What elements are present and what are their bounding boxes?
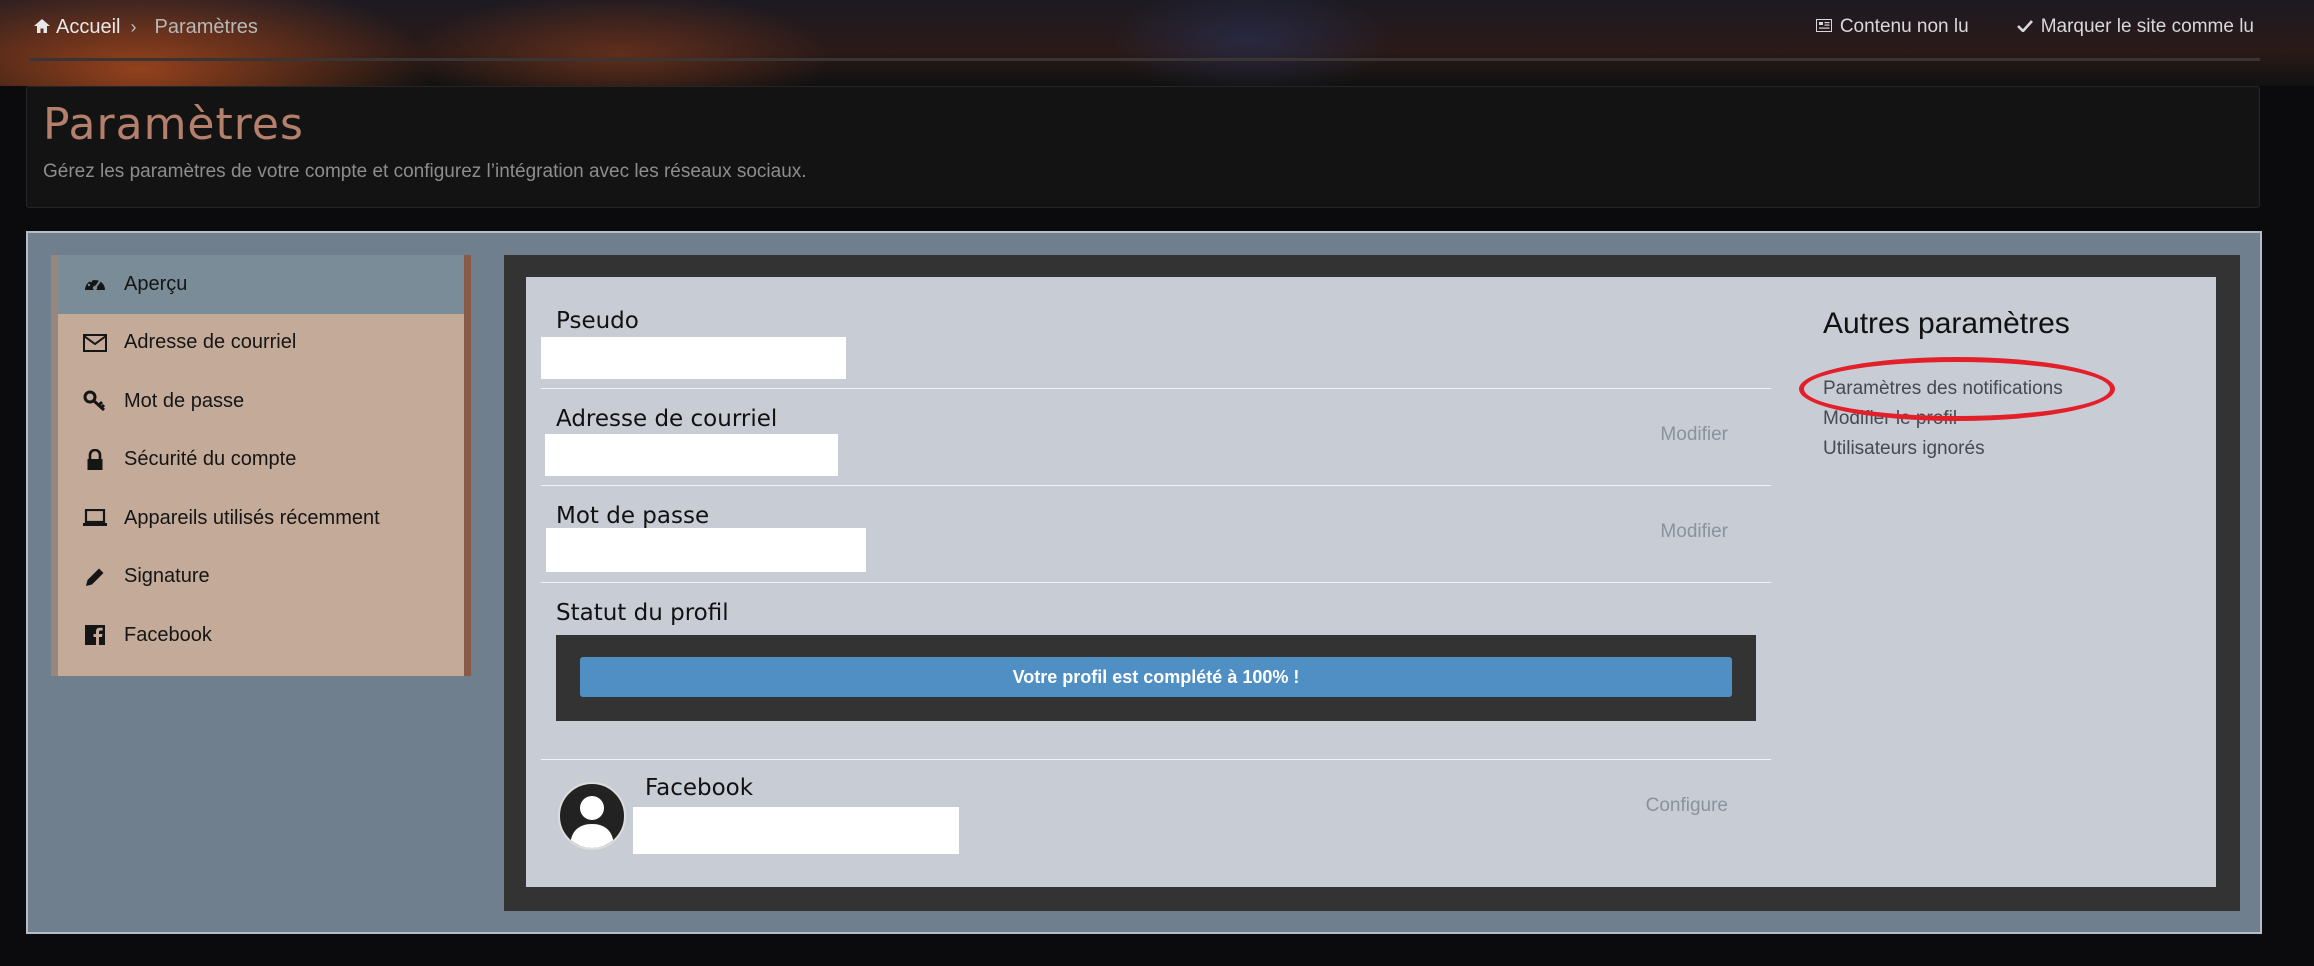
- sidebar-item-facebook[interactable]: Facebook: [58, 606, 464, 665]
- pseudo-label: Pseudo: [556, 308, 639, 334]
- avatar: [558, 782, 626, 850]
- profile-progress-box: Votre profil est complété à 100% !: [556, 635, 1756, 721]
- sidebar-item-overview[interactable]: Aperçu: [58, 255, 464, 314]
- pencil-icon: [82, 564, 108, 590]
- breadcrumb-home-label: Accueil: [56, 16, 121, 38]
- sidebar-item-devices[interactable]: Appareils utilisés récemment: [58, 489, 464, 548]
- sidebar-item-email[interactable]: Adresse de courriel: [58, 314, 464, 373]
- facebook-account-redacted: [633, 807, 959, 854]
- check-icon: [2016, 16, 2033, 38]
- user-silhouette-icon: [570, 796, 614, 848]
- chevron-right-icon: ›: [130, 17, 137, 37]
- home-icon: [34, 16, 50, 39]
- profile-status-label: Statut du profil: [556, 600, 729, 626]
- lock-icon: [82, 447, 108, 473]
- facebook-configure-link[interactable]: Configure: [1646, 795, 1728, 817]
- other-settings-title: Autres paramètres: [1823, 307, 2070, 340]
- key-icon: [82, 388, 108, 414]
- settings-main: Aperçu Adresse de courriel Mot de passe …: [26, 231, 2262, 934]
- page-title: Paramètres: [43, 99, 304, 150]
- pseudo-value-redacted: [541, 337, 846, 379]
- mark-site-read-link[interactable]: Marquer le site comme lu: [2016, 16, 2254, 38]
- password-label: Mot de passe: [556, 503, 710, 529]
- email-value-redacted: [545, 434, 838, 476]
- laptop-icon: [82, 505, 108, 531]
- breadcrumb-current: Paramètres: [154, 16, 258, 38]
- sidebar-item-password[interactable]: Mot de passe: [58, 372, 464, 431]
- top-nav: Contenu non lu Marquer le site comme lu: [1815, 16, 2254, 38]
- sidebar-item-label: Signature: [124, 565, 210, 588]
- profile-progress-bar: Votre profil est complété à 100% !: [580, 657, 1732, 697]
- header-banner: [0, 0, 2314, 86]
- facebook-row: Facebook Configure: [541, 761, 1771, 887]
- unread-content-label: Contenu non lu: [1839, 16, 1969, 37]
- content-panel: Pseudo Adresse de courriel Modifier Mot …: [504, 255, 2240, 911]
- password-modify-link[interactable]: Modifier: [1660, 521, 1728, 543]
- profile-progress-track: Votre profil est complété à 100% !: [580, 657, 1732, 697]
- highlight-ellipse: [1799, 357, 2115, 421]
- email-label: Adresse de courriel: [556, 406, 778, 432]
- facebook-label: Facebook: [645, 775, 754, 801]
- newspaper-icon: [1815, 16, 1832, 38]
- breadcrumb-home[interactable]: Accueil: [34, 16, 120, 39]
- settings-sidebar: Aperçu Adresse de courriel Mot de passe …: [51, 255, 471, 676]
- page-header: Paramètres Gérez les paramètres de votre…: [26, 86, 2260, 208]
- email-row: Adresse de courriel Modifier: [541, 390, 1771, 486]
- sidebar-item-label: Adresse de courriel: [124, 331, 297, 354]
- mark-site-read-label: Marquer le site comme lu: [2040, 16, 2254, 37]
- page-subtitle: Gérez les paramètres de votre compte et …: [43, 161, 807, 182]
- email-modify-link[interactable]: Modifier: [1660, 424, 1728, 446]
- sidebar-item-label: Appareils utilisés récemment: [124, 506, 380, 529]
- password-row: Mot de passe Modifier: [541, 487, 1771, 583]
- facebook-icon: [82, 622, 108, 648]
- breadcrumb: Accueil › Paramètres: [34, 16, 258, 39]
- ignored-users-link[interactable]: Utilisateurs ignorés: [1823, 434, 2063, 464]
- content-panel-inner: Pseudo Adresse de courriel Modifier Mot …: [526, 277, 2216, 887]
- sidebar-item-label: Facebook: [124, 623, 212, 646]
- sidebar-item-label: Mot de passe: [124, 389, 245, 412]
- sidebar-item-label: Sécurité du compte: [124, 448, 297, 471]
- pseudo-row: Pseudo: [541, 277, 1771, 389]
- dashboard-icon: [82, 271, 108, 297]
- envelope-icon: [82, 330, 108, 356]
- banner-divider: [30, 58, 2260, 61]
- sidebar-item-signature[interactable]: Signature: [58, 548, 464, 607]
- sidebar-item-security[interactable]: Sécurité du compte: [58, 431, 464, 490]
- sidebar-item-label: Aperçu: [124, 272, 188, 295]
- password-value-redacted: [546, 528, 866, 572]
- unread-content-link[interactable]: Contenu non lu: [1815, 16, 1969, 38]
